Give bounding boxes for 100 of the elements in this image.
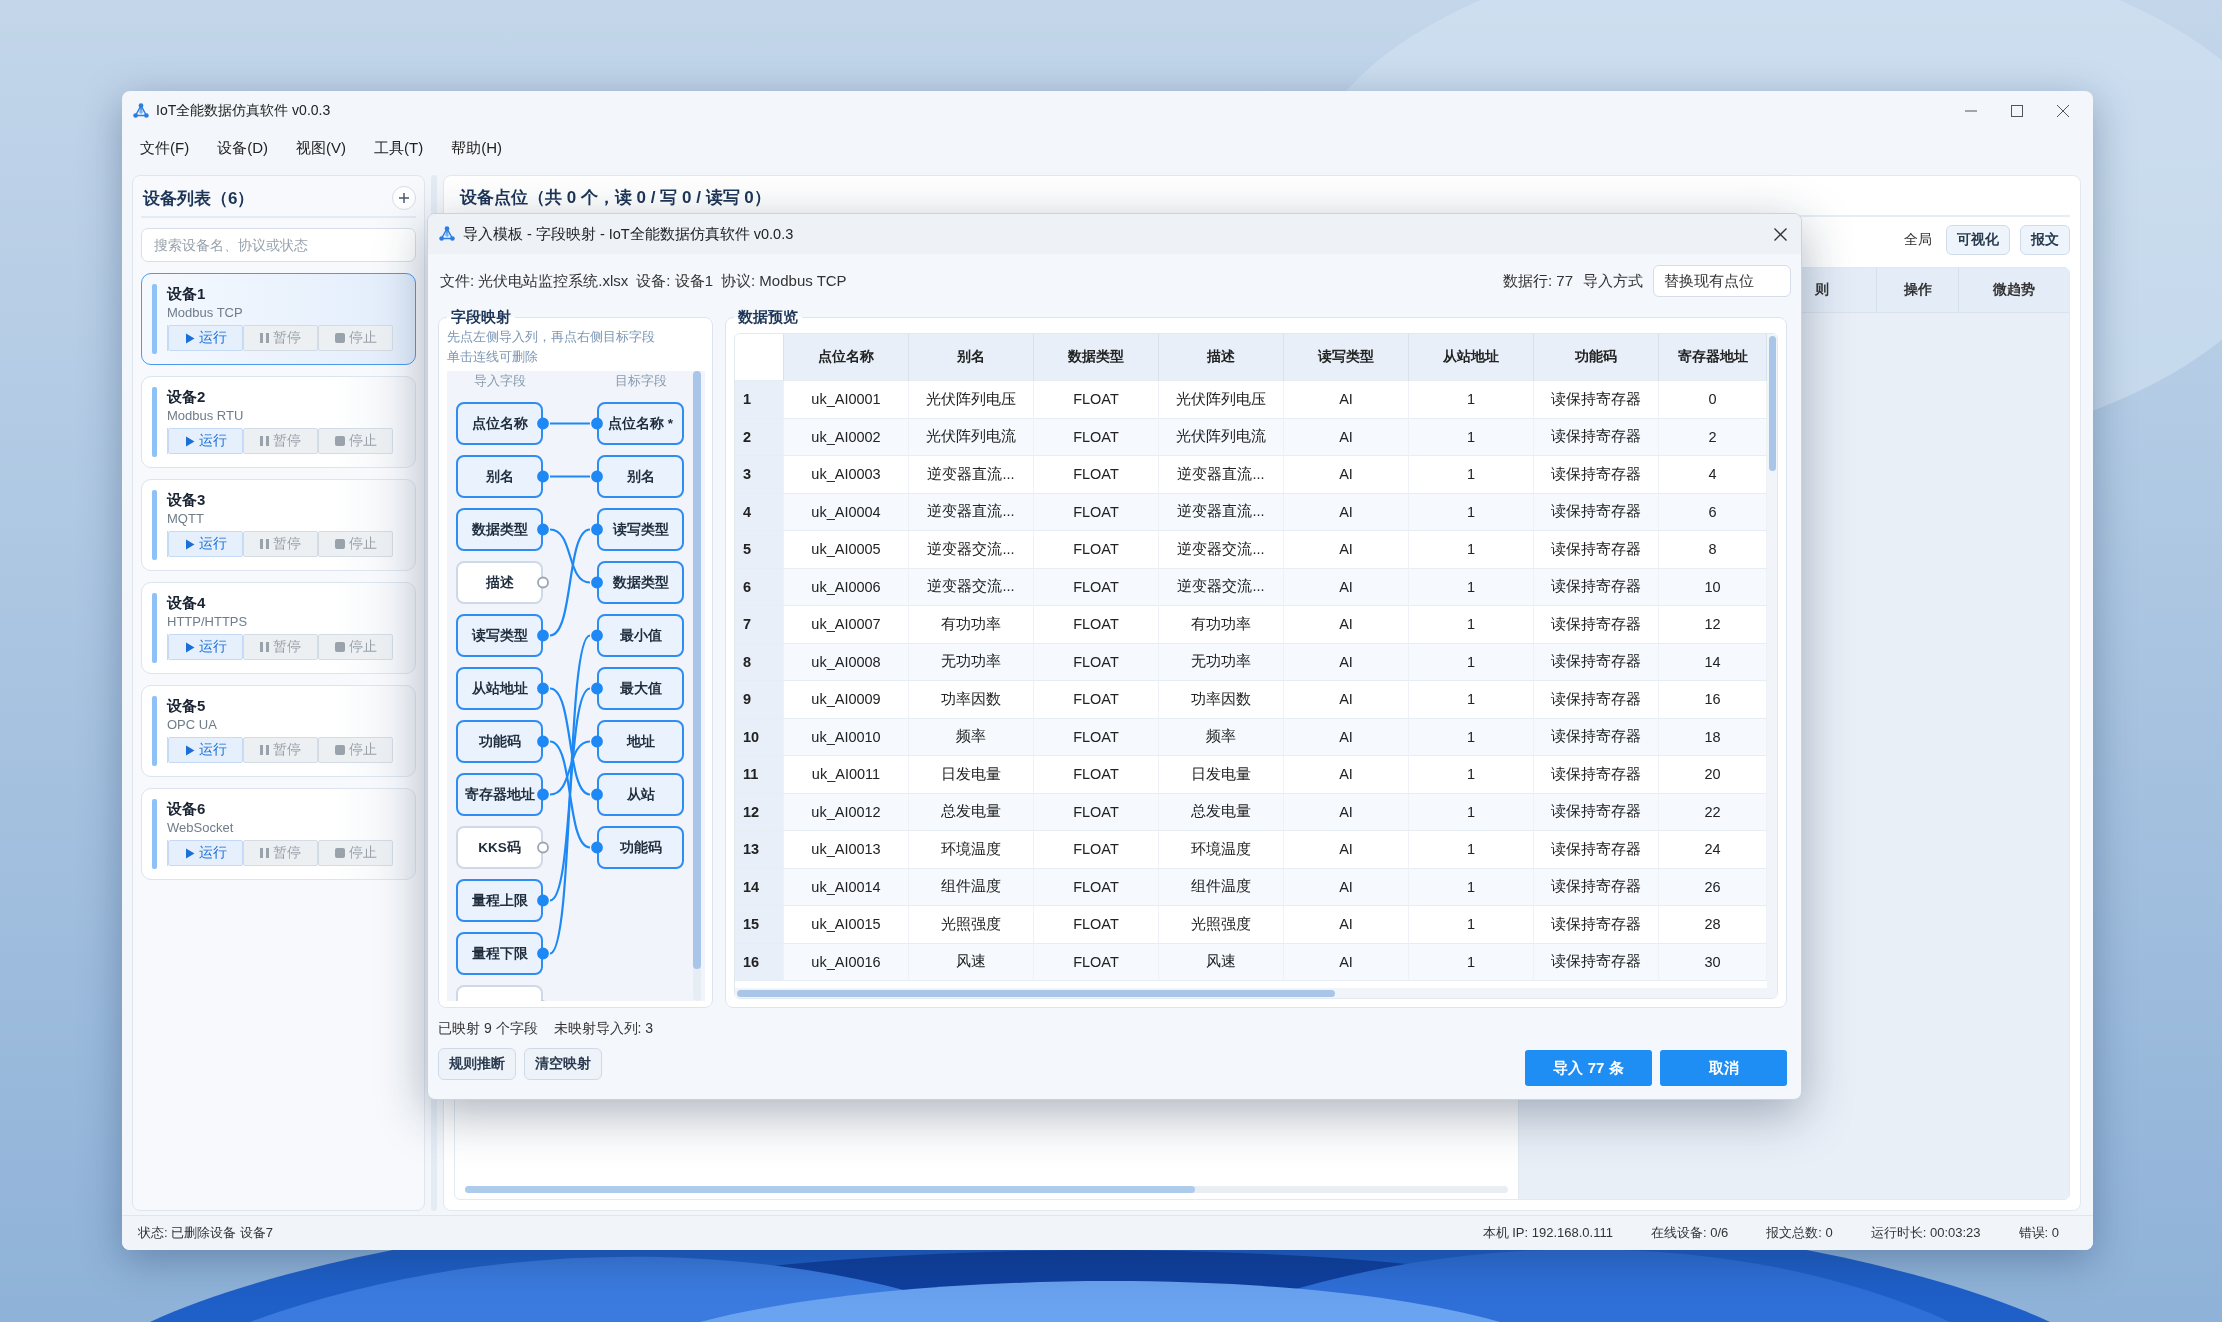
column-header: 寄存器地址 [1659,334,1767,381]
close-icon[interactable] [2057,105,2069,117]
row-number: 5 [735,531,784,569]
scrollbar[interactable] [735,988,1777,998]
menu-item[interactable]: 设备(D) [203,138,282,158]
connector-line[interactable] [549,528,591,584]
table-cell: 有功功率 [909,606,1034,644]
port-dot[interactable] [591,417,603,430]
connector-line[interactable] [549,528,591,637]
pause-icon [260,436,269,446]
source-field-node[interactable]: 寄存器地址 [456,773,543,816]
port-dot[interactable] [591,470,603,483]
run-button[interactable]: 运行 [168,428,243,454]
table-cell: 读保持寄存器 [1534,381,1659,419]
toolbar-button[interactable]: 可视化 [1946,225,2010,255]
port-dot[interactable] [537,735,549,748]
run-button[interactable]: 运行 [168,325,243,351]
search-field[interactable]: 搜索设备名、协议或状态 [141,228,416,262]
column-label: 导入字段 [472,373,527,390]
connector-line[interactable] [549,740,591,849]
device-protocol: Modbus RTU [167,407,245,425]
source-field-node[interactable]: 别名 [456,455,543,498]
port-dot[interactable] [591,735,603,748]
source-field-node[interactable]: 读写类型 [456,614,543,657]
target-field-node[interactable]: 数据类型 [597,561,684,604]
port-dot[interactable] [591,788,603,801]
action-button[interactable]: 规则推断 [438,1048,516,1080]
port-dot[interactable] [591,841,603,854]
port-dot[interactable] [537,682,549,695]
device-card[interactable]: 设备6 WebSocket 运行 暂停 停止 [141,788,416,880]
device-card[interactable]: 设备4 HTTP/HTTPS 运行 暂停 停止 [141,582,416,674]
port-dot[interactable] [537,576,549,589]
port-dot[interactable] [591,629,603,642]
menu-item[interactable]: 工具(T) [360,138,438,158]
scrollbar[interactable] [1767,334,1777,988]
port-dot[interactable] [537,841,549,854]
run-button[interactable]: 运行 [168,634,243,660]
device-card[interactable]: 设备5 OPC UA 运行 暂停 停止 [141,685,416,777]
source-field-node[interactable]: 从站地址 [456,667,543,710]
add-button[interactable] [392,186,416,210]
port-dot[interactable] [537,417,549,430]
accent-bar [152,490,157,560]
table-cell: 读保持寄存器 [1534,943,1659,981]
status-item: 运行时长: 00:03:23 [1870,1224,1981,1242]
port-dot[interactable] [591,523,603,536]
table-cell: FLOAT [1034,906,1159,944]
target-field-node[interactable]: 别名 [597,455,684,498]
port-dot[interactable] [537,947,549,960]
table-cell: uk_AI0005 [784,531,909,569]
device-card[interactable]: 设备1 Modbus TCP 运行 暂停 停止 [141,273,416,365]
source-field-node[interactable]: 点位名称 [456,402,543,445]
run-button[interactable]: 运行 [168,531,243,557]
menu-item[interactable]: 帮助(H) [437,138,516,158]
table-cell: 读保持寄存器 [1534,793,1659,831]
scrollbar[interactable] [693,371,701,1001]
target-field-node[interactable]: 读写类型 [597,508,684,551]
target-field-node[interactable]: 最小值 [597,614,684,657]
connector-line[interactable] [549,740,591,796]
table-cell: 逆变器交流... [1159,568,1284,606]
source-field-node[interactable]: 量程上限 [456,879,543,922]
source-field-node[interactable]: 描述 [456,561,543,604]
run-button[interactable]: 运行 [168,840,243,866]
table-cell: uk_AI0016 [784,943,909,981]
accent-bar [152,696,157,766]
port-dot[interactable] [537,788,549,801]
device-card[interactable]: 设备2 Modbus RTU 运行 暂停 停止 [141,376,416,468]
connector-line[interactable] [550,475,590,478]
target-field-node[interactable]: 点位名称 * [597,402,684,445]
import-mode-select[interactable]: 替换现有点位 [1653,265,1791,297]
source-field-node[interactable]: 功能码 [456,720,543,763]
port-dot[interactable] [537,523,549,536]
action-button[interactable]: 清空映射 [524,1048,602,1080]
port-dot[interactable] [537,629,549,642]
run-button[interactable]: 运行 [168,737,243,763]
scrollbar[interactable] [465,1186,1508,1193]
target-field-node[interactable]: 最大值 [597,667,684,710]
toolbar-button[interactable]: 报文 [2020,225,2070,255]
port-dot[interactable] [591,576,603,589]
connector-line[interactable] [550,422,590,425]
maximize-icon[interactable] [2011,105,2023,117]
menu-item[interactable]: 视图(V) [282,138,360,158]
menu-item[interactable]: 文件(F) [126,138,204,158]
source-field-node[interactable]: KKS码 [456,826,543,869]
target-field-node[interactable]: 功能码 [597,826,684,869]
stop-icon [334,848,345,858]
device-card[interactable]: 设备3 MQTT 运行 暂停 停止 [141,479,416,571]
connector-line[interactable] [549,634,591,955]
pause-icon [260,642,269,652]
connector-line[interactable] [549,687,591,796]
port-dot[interactable] [591,682,603,695]
port-dot[interactable] [537,894,549,907]
source-field-node[interactable]: 数据类型 [456,508,543,551]
table-cell: uk_AI0008 [784,643,909,681]
table-cell: uk_AI0015 [784,906,909,944]
table-cell: AI [1284,943,1409,981]
port-dot[interactable] [537,470,549,483]
source-field-node[interactable]: 量程下限 [456,932,543,975]
target-field-node[interactable]: 从站 [597,773,684,816]
connector-line[interactable] [549,687,591,902]
target-field-node[interactable]: 地址 [597,720,684,763]
